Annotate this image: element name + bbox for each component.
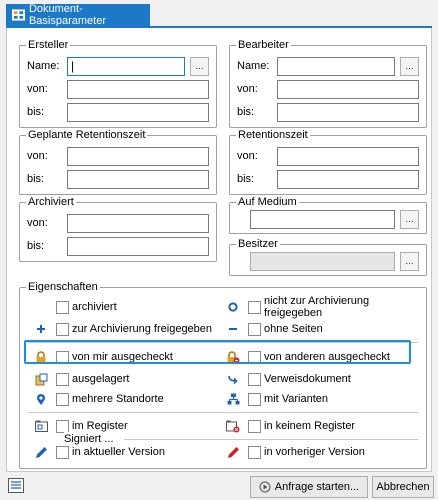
ersteller-von-label: von: [27,83,48,95]
geplante-bis-label: bis: [27,173,45,185]
reference-arrow-icon [226,372,240,386]
ersteller-bis-input[interactable] [67,103,209,122]
checkbox-box[interactable] [248,445,261,459]
bearbeiter-bis-input[interactable] [277,103,419,122]
main-panel: Ersteller Name: | ... von: bis: Bearbeit… [6,28,432,472]
pencil-blue-icon [34,445,48,459]
checkbox-ohne-seiten[interactable]: ohne Seiten [226,321,323,337]
group-archiviert-legend: Archiviert [26,195,76,209]
plus-icon [34,322,48,336]
besitzer-input [250,252,395,271]
group-eigenschaften: Eigenschaften archiviert nicht zur Archi… [19,280,427,469]
medium-input[interactable] [250,210,395,229]
minus-icon [226,322,240,336]
checkbox-verweisdokument[interactable]: Verweisdokument [226,371,351,387]
register-icon [34,419,48,433]
circle-icon [226,300,240,314]
group-auf-medium: Auf Medium ... [229,195,427,234]
group-besitzer: Besitzer ... [229,237,427,276]
ersteller-bis-label: bis: [27,106,45,118]
archiviert-bis-label: bis: [27,240,45,252]
group-bearbeiter-legend: Bearbeiter [236,38,291,52]
bearbeiter-name-input[interactable] [277,57,395,76]
archiviert-von-label: von: [27,217,48,229]
checkbox-box[interactable] [248,419,261,433]
group-medium-legend: Auf Medium [236,195,299,209]
checkbox-box[interactable] [56,300,69,314]
geplante-von-label: von: [27,150,48,162]
blank-icon [34,300,48,314]
geplante-bis-input[interactable] [67,170,209,189]
tab-dokument-basisparameter[interactable]: Dokument-Basisparameter [6,3,150,27]
separator [28,412,418,413]
group-retentionszeit: Retentionszeit von: bis: [229,128,427,195]
bearbeiter-von-input[interactable] [277,80,419,99]
checkbox-box[interactable] [56,445,69,459]
checkbox-archiviert[interactable]: archiviert [34,299,117,315]
checkbox-zur-archivierung[interactable]: zur Archivierung freigegeben [34,321,212,337]
archiviert-von-input[interactable] [67,214,209,233]
bearbeiter-browse-button[interactable]: ... [400,57,419,76]
checkbox-box[interactable] [56,392,69,406]
footer-menu-icon[interactable] [8,478,24,493]
ersteller-browse-button[interactable]: ... [190,57,209,76]
checkbox-box[interactable] [248,372,261,386]
checkbox-in-keinem-register[interactable]: in keinem Register [226,418,355,434]
bearbeiter-name-label: Name: [237,60,270,72]
group-retention-legend: Retentionszeit [236,128,310,142]
retention-bis-input[interactable] [277,170,419,189]
group-archiviert: Archiviert von: bis: [19,195,217,262]
retention-bis-label: bis: [237,173,255,185]
group-geplante-retentionszeit: Geplante Retentionszeit von: bis: [19,128,217,195]
group-ersteller: Ersteller Name: | ... von: bis: [19,38,217,128]
abbrechen-button[interactable]: Abbrechen [372,476,434,498]
play-circle-icon [259,481,271,493]
geplante-von-input[interactable] [67,147,209,166]
ersteller-name-label: Name: [27,60,60,72]
retention-von-label: von: [237,150,258,162]
anfrage-starten-button[interactable]: Anfrage starten... [250,476,368,498]
no-register-icon [226,419,240,433]
checkbox-box[interactable] [56,322,69,336]
bearbeiter-von-label: von: [237,83,258,95]
pencil-red-icon [226,445,240,459]
highlight-checkout-row [24,340,411,364]
checkbox-box[interactable] [56,372,69,386]
tab-title: Dokument-Basisparameter [28,3,106,27]
outsourced-icon [34,372,48,386]
bearbeiter-bis-label: bis: [237,106,255,118]
group-geplante-legend: Geplante Retentionszeit [26,128,148,142]
besitzer-browse-button[interactable]: ... [400,252,419,271]
location-pin-icon [34,392,48,406]
retention-von-input[interactable] [277,147,419,166]
ersteller-name-input[interactable]: | [67,57,185,76]
checkbox-nicht-archivierung[interactable]: nicht zur Archivierung freigegeben [226,295,426,319]
checkbox-vorherige-version[interactable]: in vorheriger Version [226,444,365,460]
checkbox-box[interactable] [248,322,261,336]
group-bearbeiter: Bearbeiter Name: ... von: bis: [229,38,427,128]
checkbox-mehrere-standorte[interactable]: mehrere Standorte [34,391,164,407]
archiviert-bis-input[interactable] [67,237,209,256]
document-grid-icon [12,9,25,21]
checkbox-box[interactable] [248,300,261,314]
checkbox-mit-varianten[interactable]: mit Varianten [226,391,328,407]
group-besitzer-legend: Besitzer [236,237,280,251]
signiert-separator [124,439,418,440]
checkbox-box[interactable] [56,419,69,433]
group-ersteller-legend: Ersteller [26,38,71,52]
medium-browse-button[interactable]: ... [400,210,419,229]
variants-tree-icon [226,392,240,406]
ersteller-von-input[interactable] [67,80,209,99]
checkbox-box[interactable] [248,392,261,406]
group-eigenschaften-legend: Eigenschaften [26,280,100,294]
checkbox-aktuelle-version[interactable]: in aktueller Version [34,444,165,460]
checkbox-ausgelagert[interactable]: ausgelagert [34,371,130,387]
